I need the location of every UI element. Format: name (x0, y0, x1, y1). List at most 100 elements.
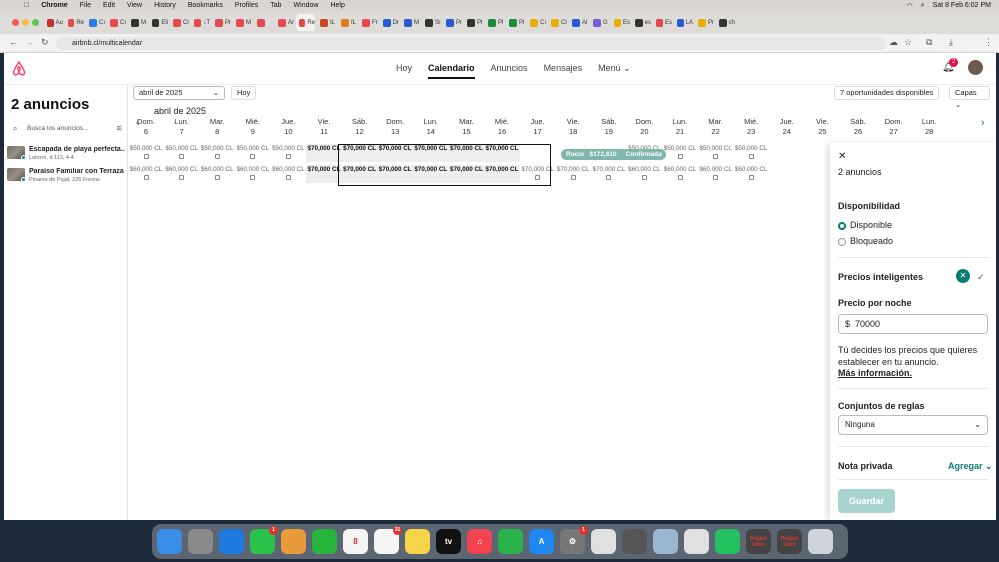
calendar-cell[interactable]: $60,000 CL (270, 165, 306, 183)
day-header[interactable]: Lun. 28 (911, 117, 947, 137)
close-icon[interactable]: ✕ (838, 151, 846, 162)
calendar-cell[interactable]: $50,000 CL (698, 144, 734, 162)
numbers-icon[interactable] (498, 529, 523, 554)
rules-select[interactable]: Ninguna ⌄ (838, 415, 988, 435)
browser-tab[interactable]: Pr (212, 14, 231, 31)
menu-tab[interactable]: Tab (270, 2, 281, 9)
chrome-menu-icon[interactable]: ⋮ (984, 37, 993, 48)
browser-tab[interactable]: Fr (359, 14, 378, 31)
cell-checkbox[interactable] (677, 175, 683, 180)
menu-history[interactable]: History (154, 2, 176, 9)
close-window-button[interactable] (12, 19, 19, 26)
listing-item[interactable]: Paraíso Familiar con Terraza Pinares de … (7, 166, 127, 184)
cell-checkbox[interactable] (748, 175, 754, 180)
chrome-icon[interactable] (591, 529, 616, 554)
menu-view[interactable]: View (127, 2, 142, 9)
cell-checkbox[interactable] (570, 175, 576, 180)
cell-checkbox[interactable] (641, 175, 647, 180)
reservation-bar[interactable]: Rocio $172,610 Confirmada (561, 149, 666, 160)
bookmark-star-icon[interactable]: ☆ (904, 37, 912, 48)
browser-tab[interactable]: es (632, 14, 651, 31)
browser-tab[interactable]: Cı (107, 14, 126, 31)
nav-anuncios[interactable]: Anuncios (491, 63, 528, 79)
browser-tab[interactable]: Pl (485, 14, 504, 31)
photos-icon[interactable] (281, 529, 306, 554)
trash-icon[interactable] (808, 529, 833, 554)
check-icon[interactable]: ✓ (977, 272, 985, 283)
day-header[interactable]: Mié. 16 (484, 117, 520, 137)
day-header[interactable]: Lun. 14 (413, 117, 449, 137)
cell-checkbox[interactable] (713, 175, 719, 180)
day-header[interactable]: Vie. 18 (555, 117, 591, 137)
calendar-cell[interactable]: $70,000 CL (555, 165, 591, 183)
calendar-cell[interactable]: $60,000 CL (626, 165, 662, 183)
calendar-cell[interactable]: $60,000 CL (128, 165, 164, 183)
browser-tab[interactable]: M (233, 14, 252, 31)
finder-icon[interactable] (157, 529, 182, 554)
day-header[interactable]: Mié. 9 (235, 117, 271, 137)
browser-tab[interactable]: M (401, 14, 420, 31)
price-per-night-input[interactable]: $ 70000 (838, 314, 988, 334)
add-note-link[interactable]: Agregar ⌄ (948, 461, 993, 472)
day-header[interactable]: Mié. 23 (733, 117, 769, 137)
available-radio[interactable] (838, 222, 846, 230)
calendar-cell[interactable]: $60,000 CL (698, 165, 734, 183)
menu-bookmarks[interactable]: Bookmarks (188, 2, 223, 9)
calendar-cell[interactable]: $60,000 CL (164, 165, 200, 183)
nav-hoy[interactable]: Hoy (396, 63, 412, 79)
today-button[interactable]: Hoy (231, 86, 257, 100)
browser-tab[interactable]: Cı (86, 14, 105, 31)
system-settings-icon[interactable]: ⚙ 1 (560, 526, 588, 554)
browser-tab[interactable]: G (590, 14, 609, 31)
apple-icon[interactable]:  (24, 2, 29, 9)
browser-tab[interactable]: Re (296, 14, 315, 31)
day-header[interactable]: Lun. 21 (662, 117, 698, 137)
messages-icon[interactable]: 1 (250, 526, 278, 554)
airbnb-logo-icon[interactable] (12, 61, 26, 76)
launchpad-icon[interactable] (188, 529, 213, 554)
preview-icon[interactable] (653, 529, 678, 554)
browser-tab[interactable]: Eli (149, 14, 168, 31)
calendar-cell[interactable]: $50,000 CL (270, 144, 306, 162)
tv-icon[interactable]: tv (436, 529, 461, 554)
forward-icon[interactable]: → (25, 37, 34, 47)
app-name[interactable]: Chrome (41, 2, 67, 9)
music-icon[interactable]: ♫ (467, 529, 492, 554)
day-header[interactable]: Mar. 8 (199, 117, 235, 137)
calendar-cell[interactable]: $60,000 CL (733, 165, 769, 183)
browser-tab[interactable]: M (128, 14, 147, 31)
menu-help[interactable]: Help (330, 2, 344, 9)
smart-prices-toggle-off-icon[interactable]: ✕ (956, 269, 970, 283)
more-info-link[interactable]: Más información. (838, 368, 912, 378)
calendar-cell[interactable]: $50,000 CL (733, 144, 769, 162)
reminders-icon[interactable]: 31 (374, 526, 402, 554)
facetime-icon[interactable] (312, 529, 337, 554)
nav-calendario[interactable]: Calendario (428, 63, 475, 79)
cell-checkbox[interactable] (285, 175, 291, 180)
calendar-cell[interactable]: $60,000 CL (199, 165, 235, 183)
cell-checkbox[interactable] (214, 175, 220, 180)
download-icon[interactable]: ⤓ (949, 37, 953, 48)
day-header[interactable]: Dom. 27 (876, 117, 912, 137)
day-header[interactable]: Vie. 25 (804, 117, 840, 137)
cell-checkbox[interactable] (214, 154, 220, 159)
wifi-icon[interactable]: ◠ (907, 2, 913, 10)
clock[interactable]: Sat 8 Feb 6:02 PM (933, 2, 991, 10)
opportunities-button[interactable]: 7 oportunidades disponibles (834, 86, 940, 100)
calendar-cell[interactable]: $50,000 CL (235, 144, 271, 162)
cell-checkbox[interactable] (250, 154, 256, 159)
minimize-window-button[interactable] (22, 19, 29, 26)
calendar-cell[interactable]: $50,000 CL (199, 144, 235, 162)
browser-tab[interactable]: Au (44, 14, 63, 31)
day-header[interactable]: Sáb. 12 (342, 117, 378, 137)
safari-icon[interactable] (219, 529, 244, 554)
browser-tab[interactable]: Ar (275, 14, 294, 31)
browser-tab[interactable]: Sı (422, 14, 441, 31)
browser-tab[interactable]: Al (569, 14, 588, 31)
cell-checkbox[interactable] (606, 175, 612, 180)
browser-tab[interactable]: IL (317, 14, 336, 31)
calendar-cell[interactable]: $50,000 CL (662, 144, 698, 162)
day-header[interactable]: Mar. 15 (448, 117, 484, 137)
browser-tab[interactable]: LA (674, 14, 693, 31)
cell-checkbox[interactable] (250, 175, 256, 180)
